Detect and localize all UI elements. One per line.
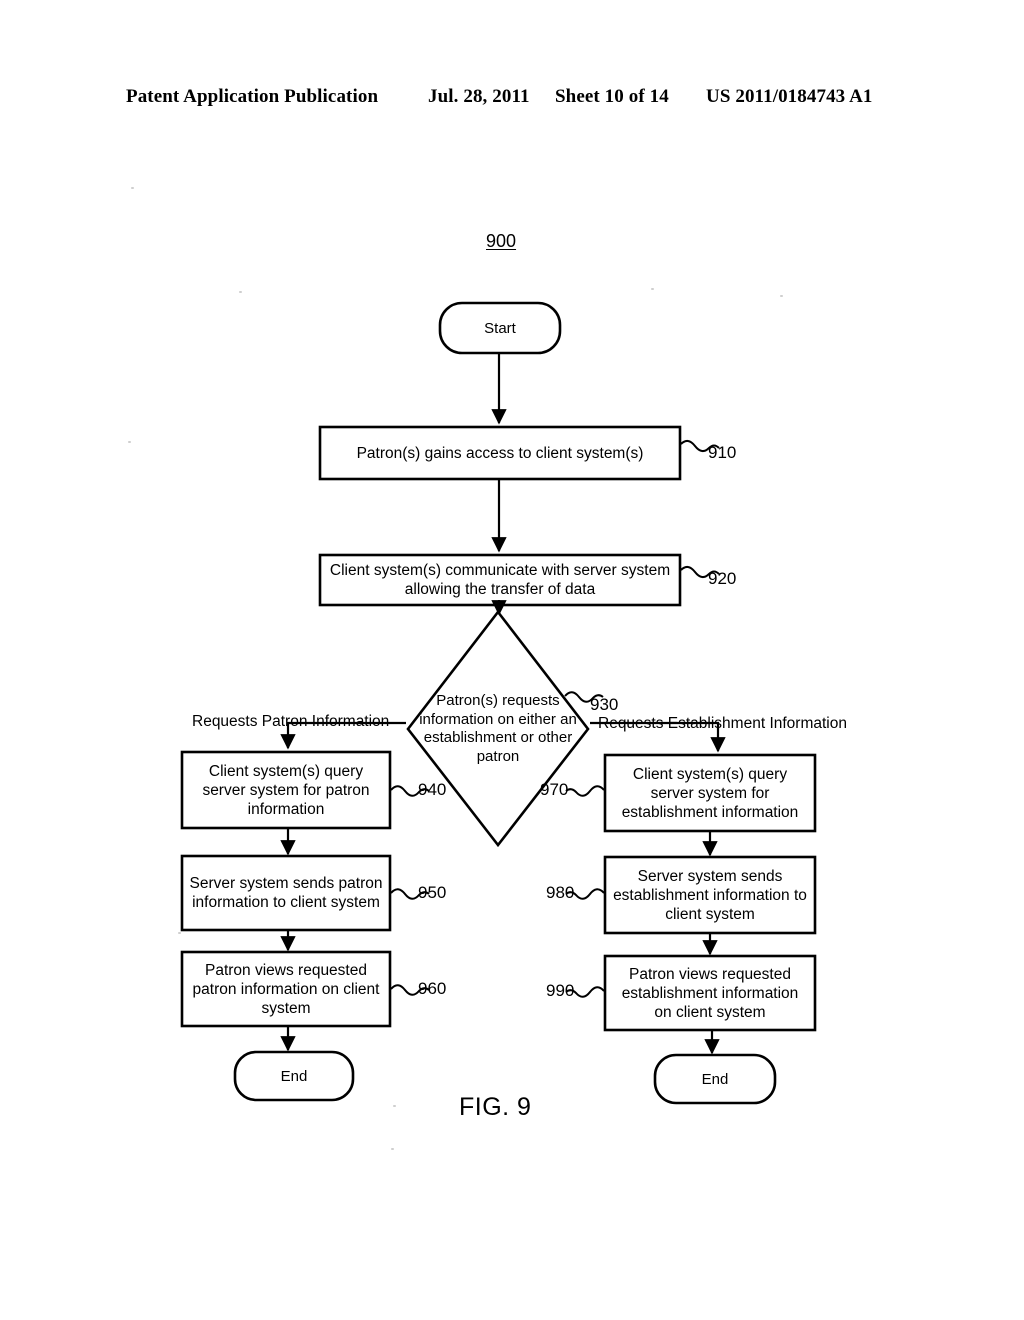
step-910-label: Patron(s) gains access to client system(… bbox=[356, 444, 644, 462]
decision-930-label: Patron(s) requests information on either… bbox=[419, 692, 577, 765]
scan-speck bbox=[651, 288, 654, 290]
ref-number-970: 970 bbox=[540, 780, 569, 799]
figure-caption: FIG. 9 bbox=[459, 1093, 532, 1121]
scan-speck bbox=[128, 441, 131, 443]
step-990-label: Patron views requested establishment inf… bbox=[621, 965, 799, 1021]
step-920-label: Client system(s) communicate with server… bbox=[329, 562, 671, 598]
flowchart-figure: 900 Start Patron(s) gains access to clie… bbox=[0, 0, 1024, 1320]
scan-speck bbox=[393, 1105, 396, 1107]
ref-number-940: 940 bbox=[418, 780, 447, 799]
scan-speck bbox=[239, 291, 242, 293]
scan-speck bbox=[178, 932, 181, 934]
flowchart-graphics bbox=[180, 301, 817, 1105]
step-970-label: Client system(s) query server system for… bbox=[621, 765, 799, 821]
ref-number-960: 960 bbox=[418, 979, 447, 998]
step-960-label: Patron views requested patron informatio… bbox=[192, 961, 380, 1017]
step-940-label: Client system(s) query server system for… bbox=[202, 762, 370, 818]
scan-speck bbox=[391, 1148, 394, 1150]
ref-number-980: 980 bbox=[546, 883, 575, 902]
ref-number-990: 990 bbox=[546, 981, 575, 1000]
ref-number-920: 920 bbox=[708, 569, 737, 588]
branch-label-right: Requests Establishment Information bbox=[598, 715, 847, 732]
step-980-label: Server system sends establishment inform… bbox=[613, 867, 807, 923]
branch-label-left: Requests Patron Information bbox=[192, 713, 390, 730]
ref-number-930: 930 bbox=[590, 695, 619, 714]
figure-id-900: 900 bbox=[486, 231, 517, 251]
ref-number-950: 950 bbox=[418, 883, 447, 902]
start-terminal-label: Start bbox=[484, 319, 516, 337]
scan-speck bbox=[131, 187, 134, 189]
scan-speck bbox=[780, 295, 783, 297]
end-left-terminal-label: End bbox=[280, 1067, 308, 1085]
step-950-label: Server system sends patron information t… bbox=[189, 875, 383, 911]
ref-number-910: 910 bbox=[708, 443, 737, 462]
end-right-terminal-label: End bbox=[701, 1070, 729, 1088]
